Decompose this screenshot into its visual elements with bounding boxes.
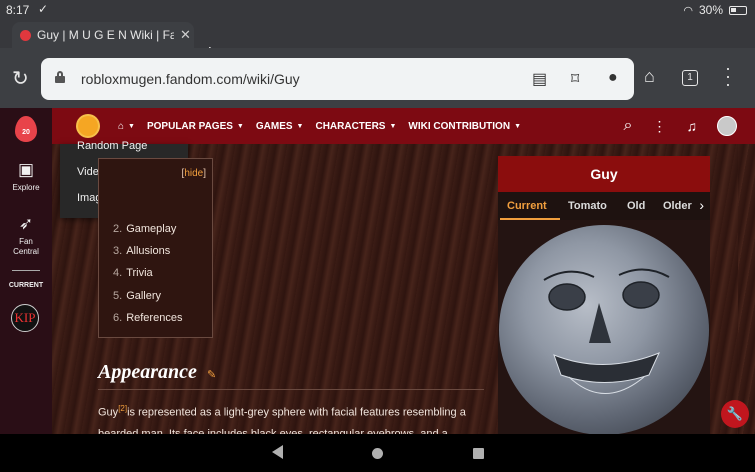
- toc-item-references[interactable]: 6. References: [113, 312, 182, 324]
- nav-home-menu[interactable]: ⌂ ▼: [118, 121, 135, 132]
- guy-character-image[interactable]: [499, 225, 709, 434]
- toc-label: Allusions: [126, 245, 171, 257]
- nav-games[interactable]: GAMES ▼: [256, 121, 304, 132]
- toc-label: References: [126, 312, 183, 324]
- reload-icon[interactable]: ↻: [12, 66, 29, 91]
- rocket-icon: ➶: [18, 214, 34, 233]
- para-text: is represented as a light-grey sphere wi…: [98, 406, 466, 434]
- wiki-community-avatar[interactable]: KIP: [11, 304, 39, 332]
- more-options-icon[interactable]: ⋮: [653, 118, 667, 135]
- infobox-tab-old[interactable]: Old: [627, 200, 645, 212]
- download-done-icon: ✓: [38, 2, 49, 16]
- lock-icon: [55, 71, 65, 83]
- fandom-favicon-icon: [20, 29, 31, 41]
- search-icon[interactable]: ⌕: [624, 117, 633, 135]
- rail-divider: [12, 270, 40, 271]
- user-avatar[interactable]: [717, 116, 737, 136]
- home-menu-icon: ⌂: [118, 120, 125, 132]
- tab-switcher-button[interactable]: 1: [682, 70, 698, 86]
- fandom-left-rail: 20 ▣ Explore ➶ Fan Central CURRENT KIP: [0, 108, 52, 434]
- toc-item-trivia[interactable]: 4. Trivia: [113, 267, 153, 279]
- active-tab-indicator: [500, 218, 560, 220]
- infobox-tabs: Current Tomato Old Older ›: [498, 192, 710, 220]
- rail-current-label: CURRENT: [8, 282, 44, 289]
- rail-explore-label: Explore: [12, 183, 40, 192]
- nav-label: CHARACTERS: [315, 120, 386, 132]
- toc-item-gameplay[interactable]: 2. Gameplay: [113, 223, 176, 235]
- battery-percent: 30%: [698, 3, 723, 17]
- page-tools-wrench-icon[interactable]: 🔧: [721, 400, 749, 428]
- heading-divider: [98, 389, 484, 390]
- dropdown-item-random-page[interactable]: Random Page: [77, 140, 147, 152]
- battery-icon: [729, 5, 747, 15]
- toc-num: 2.: [113, 223, 123, 235]
- appearance-paragraph: Guy[2]is represented as a light-grey sph…: [98, 398, 493, 434]
- toc-label: Gameplay: [126, 223, 177, 235]
- tab-strip: Guy | M U G E N Wiki | Fandom ✕ +: [0, 20, 755, 64]
- bracket: ]: [203, 168, 206, 179]
- url-text[interactable]: robloxmugen.fandom.com/wiki/Guy: [81, 71, 300, 87]
- toc-hide-toggle[interactable]: [hide]: [182, 168, 206, 179]
- infobox-tab-tomato[interactable]: Tomato: [568, 200, 607, 212]
- toc-num: 6.: [113, 312, 123, 324]
- edit-section-pencil-icon[interactable]: ✎: [207, 368, 216, 381]
- infobox-tab-older[interactable]: Older: [663, 200, 692, 212]
- web-page: 20 ▣ Explore ➶ Fan Central CURRENT KIP ⌂…: [0, 108, 755, 434]
- back-icon[interactable]: [272, 445, 283, 459]
- wiki-logo[interactable]: [78, 116, 98, 136]
- rail-explore[interactable]: ▣ Explore: [0, 160, 52, 192]
- toc-label: Gallery: [126, 290, 162, 302]
- fandom-logo[interactable]: 20: [15, 116, 37, 142]
- status-bar: 8:17 ✓ ◠ 30%: [0, 0, 755, 20]
- chevron-down-icon: ▼: [296, 122, 304, 130]
- browser-menu-icon[interactable]: · · ·: [725, 59, 731, 93]
- close-tab-icon[interactable]: ✕: [180, 27, 191, 43]
- notifications-bell-icon[interactable]: ♫: [687, 118, 698, 134]
- toc-num: 4.: [113, 267, 123, 279]
- table-of-contents: [hide] 2. Gameplay 3. Allusions 4. Trivia 5…: [98, 158, 213, 338]
- microphone-icon[interactable]: ●: [608, 69, 618, 87]
- wifi-icon: ◠: [683, 4, 693, 17]
- rail-fan-central-label: Fan Central: [13, 237, 39, 256]
- recent-apps-icon[interactable]: [473, 448, 484, 459]
- guy-face-drawing: [543, 268, 670, 394]
- toc-item-gallery[interactable]: 5. Gallery: [113, 290, 161, 302]
- nav-label: WIKI CONTRIBUTION: [408, 120, 511, 132]
- explore-icon: ▣: [17, 160, 35, 179]
- chevron-right-icon[interactable]: ›: [699, 197, 704, 213]
- browser-tab[interactable]: Guy | M U G E N Wiki | Fandom ✕: [12, 22, 194, 48]
- nav-popular-pages[interactable]: POPULAR PAGES ▼: [147, 121, 244, 132]
- infobox: Guy Current Tomato Old Older ›: [498, 156, 710, 434]
- chevron-down-icon: ▼: [514, 122, 521, 130]
- rail-fan-central[interactable]: ➶ Fan Central: [0, 214, 52, 257]
- chevron-down-icon: ▼: [236, 122, 244, 130]
- toc-num: 3.: [113, 245, 123, 257]
- reader-mode-icon[interactable]: ▤: [532, 69, 547, 89]
- toc-hide-link[interactable]: hide: [184, 168, 203, 179]
- infobox-tab-current[interactable]: Current: [507, 200, 547, 212]
- nav-label: GAMES: [255, 120, 293, 132]
- home-icon[interactable]: ⌂: [644, 66, 655, 87]
- address-bar[interactable]: robloxmugen.fandom.com/wiki/Guy ▤ ⌑ ●: [41, 58, 634, 100]
- infobox-title: Guy: [498, 156, 710, 192]
- background-strip: [738, 144, 755, 434]
- browser-toolbar: ↻ robloxmugen.fandom.com/wiki/Guy ▤ ⌑ ● …: [0, 48, 755, 108]
- toc-item-allusions[interactable]: 3. Allusions: [113, 245, 170, 257]
- tab-title: Guy | M U G E N Wiki | Fandom: [37, 28, 174, 42]
- nav-label: POPULAR PAGES: [146, 120, 233, 132]
- section-heading-appearance: Appearance: [98, 361, 197, 383]
- android-nav-bar: [0, 434, 755, 472]
- chevron-down-icon: ▼: [389, 122, 397, 130]
- nav-wiki-contribution[interactable]: WIKI CONTRIBUTION ▼: [408, 121, 521, 132]
- bookmark-icon[interactable]: ⌑: [571, 69, 579, 89]
- para-subject: Guy: [98, 406, 119, 419]
- clock: 8:17: [6, 3, 30, 17]
- nav-characters[interactable]: CHARACTERS ▼: [315, 121, 396, 132]
- wiki-nav-bar: ⌂ ▼ POPULAR PAGES ▼ GAMES ▼ CHARACTERS ▼ WIK…: [52, 108, 755, 144]
- toc-label: Trivia: [126, 267, 153, 279]
- android-home-icon[interactable]: [372, 448, 383, 459]
- toc-num: 5.: [113, 290, 123, 302]
- reference-link[interactable]: [2]: [118, 404, 127, 413]
